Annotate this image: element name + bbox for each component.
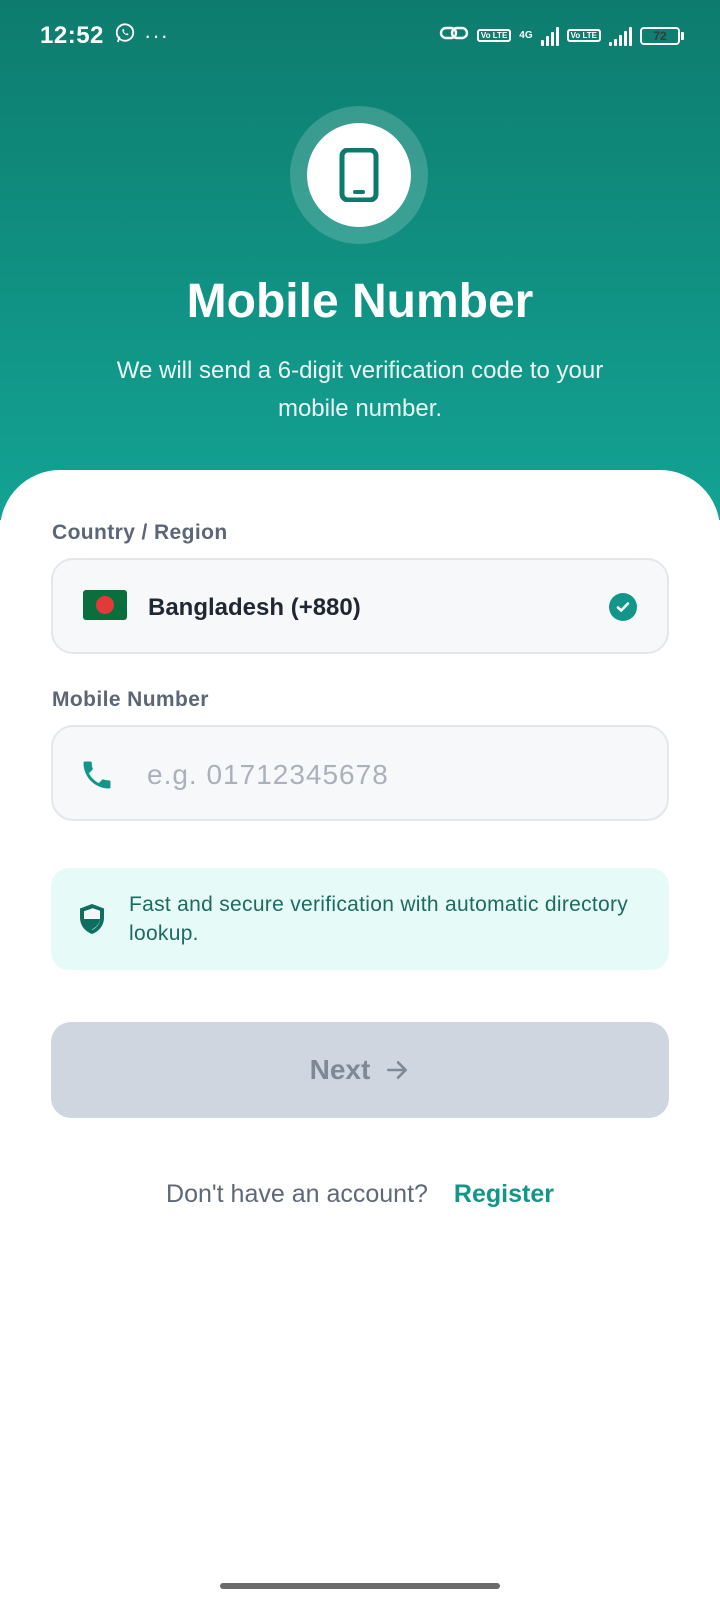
mobile-label: Mobile Number (52, 688, 209, 711)
status-time: 12:52 (40, 22, 104, 49)
bangladesh-flag-icon (83, 590, 127, 620)
status-bar: 12:52 ··· Vo LTE 4G Vo LTE 72 (0, 0, 720, 72)
volte-icon: Vo LTE (476, 29, 512, 42)
link-icon (439, 22, 469, 49)
whatsapp-icon (114, 22, 136, 49)
signal-icon (540, 26, 559, 46)
info-banner: Fast and secure verification with automa… (51, 868, 669, 970)
smartphone-icon (339, 148, 379, 202)
network-type: 4G (519, 29, 533, 41)
country-selector[interactable]: Bangladesh (+880) (51, 558, 669, 654)
mobile-input[interactable] (147, 727, 637, 823)
hero-icon-circle (307, 123, 411, 227)
status-right-icons: Vo LTE 4G Vo LTE 72 (439, 22, 684, 49)
phone-icon (79, 757, 115, 798)
page-title: Mobile Number (186, 275, 534, 328)
next-button-label: Next (309, 1054, 371, 1085)
register-link[interactable]: Register (454, 1180, 554, 1208)
register-prompt: Don't have an account? Register (0, 1180, 720, 1209)
next-button[interactable]: Next (51, 1022, 669, 1118)
battery-icon: 72 (640, 26, 684, 45)
info-text: Fast and secure verification with automa… (129, 893, 629, 945)
volte-icon-2: Vo LTE (566, 29, 601, 42)
shield-icon (77, 902, 107, 941)
mobile-field[interactable] (51, 725, 669, 823)
country-value: Bangladesh (+880) (148, 594, 361, 621)
page-subtitle: We will send a 6-digit verification code… (116, 357, 604, 422)
check-circle-icon (609, 593, 637, 621)
arrow-right-icon (387, 1061, 408, 1079)
home-indicator[interactable] (220, 1583, 500, 1589)
more-notifications-icon: ··· (144, 22, 169, 48)
hero-icon-ring (290, 106, 428, 244)
signal-icon-2 (609, 26, 632, 46)
header-background (0, 0, 720, 520)
status-left-icons: ··· (114, 22, 169, 49)
battery-level: 72 (653, 28, 667, 43)
country-label: Country / Region (52, 521, 228, 544)
register-question: Don't have an account? (166, 1180, 428, 1208)
